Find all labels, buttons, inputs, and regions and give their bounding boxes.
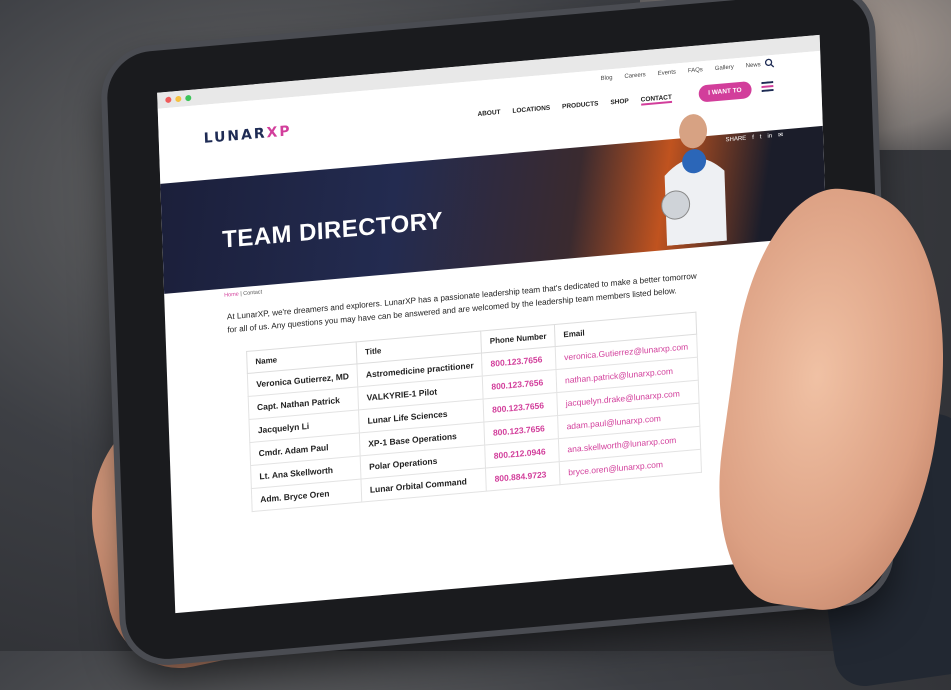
nav-about[interactable]: ABOUT: [477, 109, 500, 120]
facebook-icon[interactable]: f: [752, 134, 754, 140]
nav-contact[interactable]: CONTACT: [640, 93, 673, 106]
lunarxp-logo[interactable]: LUNARXP: [203, 123, 291, 147]
minimize-window-dot[interactable]: [175, 95, 182, 103]
util-link-news[interactable]: News: [746, 62, 761, 69]
cell-phone-link[interactable]: 800.884.9723: [485, 461, 561, 492]
maximize-window-dot[interactable]: [185, 94, 192, 102]
breadcrumb-current: | Contact: [240, 289, 263, 298]
astronaut-image: [661, 114, 727, 246]
nav-products[interactable]: PRODUCTS: [562, 100, 599, 112]
search-icon[interactable]: [764, 58, 775, 69]
hamburger-menu-icon[interactable]: [761, 81, 774, 93]
breadcrumb-home[interactable]: Home: [224, 291, 239, 298]
share-label: SHARE: [725, 135, 747, 143]
twitter-icon[interactable]: t: [760, 134, 762, 140]
logo-word: LUNAR: [203, 125, 267, 147]
main-nav: ABOUT LOCATIONS PRODUCTS SHOP CONTACT: [477, 93, 673, 120]
email-icon[interactable]: ✉: [778, 131, 783, 138]
nav-shop[interactable]: SHOP: [610, 98, 629, 109]
close-window-dot[interactable]: [165, 96, 172, 104]
page-title: TEAM DIRECTORY: [221, 207, 444, 254]
util-link-faqs[interactable]: FAQs: [688, 67, 703, 74]
nav-locations[interactable]: LOCATIONS: [512, 105, 550, 117]
util-link-blog[interactable]: Blog: [600, 75, 612, 82]
linkedin-icon[interactable]: in: [767, 133, 772, 139]
share-row: SHARE f t in ✉: [725, 131, 784, 143]
logo-mark: XP: [266, 123, 292, 142]
util-link-careers[interactable]: Careers: [624, 72, 645, 80]
team-directory-table: Name Title Phone Number Email Veronica G…: [246, 312, 701, 512]
util-link-gallery[interactable]: Gallery: [715, 64, 734, 72]
util-link-events[interactable]: Events: [658, 69, 676, 77]
